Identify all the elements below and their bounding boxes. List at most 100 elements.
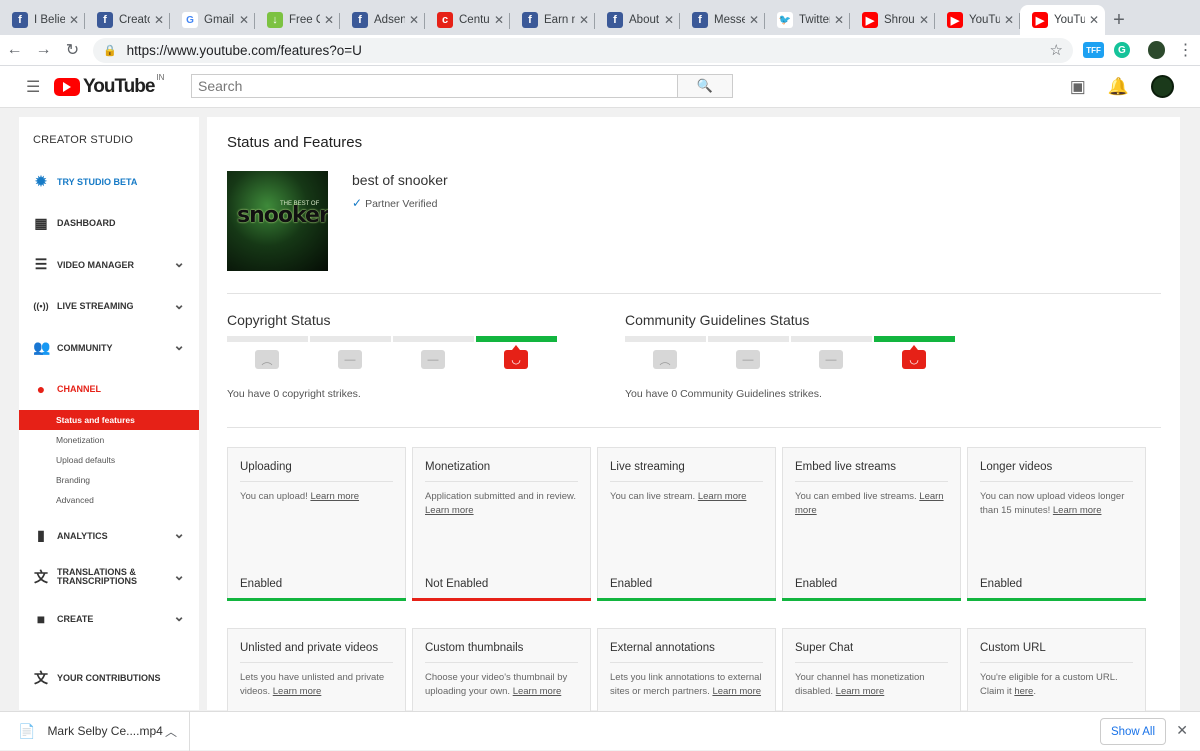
- feature-title: Uploading: [240, 461, 393, 482]
- chevron-down-icon[interactable]: ⌄: [173, 525, 185, 542]
- copyright-status-title: Copyright Status: [227, 312, 331, 328]
- sidebar-item-live-streaming[interactable]: ((•)) LIVE STREAMING ⌄: [19, 286, 199, 328]
- sidebar-item-translations-transcriptions[interactable]: 文 TRANSLATIONS & TRANSCRIPTIONS ⌄: [19, 557, 199, 599]
- channel-thumbnail[interactable]: THE BEST OF snooker: [227, 171, 328, 271]
- browser-tab[interactable]: c Centur ✕: [425, 5, 510, 35]
- close-tab-icon[interactable]: ✕: [834, 13, 844, 27]
- close-tab-icon[interactable]: ✕: [154, 13, 164, 27]
- browser-tab[interactable]: ↓ Free O ✕: [255, 5, 340, 35]
- browser-tab[interactable]: f Adsens ✕: [340, 5, 425, 35]
- browser-tab[interactable]: f I Believ ✕: [0, 5, 85, 35]
- close-tab-icon[interactable]: ✕: [664, 13, 674, 27]
- tab-title: Twitter: [799, 14, 830, 26]
- page-title: Status and Features: [227, 134, 363, 151]
- browser-tab[interactable]: 🐦 Twitter ✕: [765, 5, 850, 35]
- browser-tab[interactable]: f About ✕: [595, 5, 680, 35]
- feature-card: Longer videos You can now upload videos l…: [967, 447, 1146, 601]
- browser-tab[interactable]: f Creato ✕: [85, 5, 170, 35]
- suffix-text: .: [1033, 685, 1036, 697]
- hamburger-menu-icon[interactable]: ☰: [26, 77, 48, 97]
- close-tab-icon[interactable]: ✕: [579, 13, 589, 27]
- close-tab-icon[interactable]: ✕: [749, 13, 759, 27]
- create-video-icon[interactable]: ▣: [1070, 77, 1086, 97]
- sidebar-item-try-studio-beta[interactable]: ✹ TRY STUDIO BETA: [19, 161, 199, 203]
- gear-icon: ✹: [35, 173, 47, 190]
- notifications-bell-icon[interactable]: 🔔: [1108, 77, 1129, 97]
- sidebar-item-analytics[interactable]: ▮ ANALYTICS ⌄: [19, 515, 199, 557]
- sidebar-item-label: LIVE STREAMING: [57, 301, 134, 312]
- close-tab-icon[interactable]: ✕: [1004, 13, 1014, 27]
- download-item[interactable]: 📄 Mark Selby Ce....mp4 ︿: [0, 711, 190, 751]
- chevron-down-icon[interactable]: ⌄: [173, 254, 185, 271]
- learn-more-link[interactable]: Learn more: [698, 491, 747, 502]
- learn-more-link[interactable]: Learn more: [310, 491, 359, 502]
- search-input[interactable]: Search: [191, 74, 678, 98]
- learn-more-link[interactable]: Learn more: [1053, 505, 1102, 516]
- lock-icon[interactable]: 🔒: [103, 44, 117, 57]
- learn-more-link[interactable]: Learn more: [712, 686, 761, 697]
- close-tab-icon[interactable]: ✕: [239, 13, 249, 27]
- chevron-down-icon[interactable]: ⌄: [173, 296, 185, 313]
- chevron-down-icon[interactable]: ⌄: [173, 608, 185, 625]
- close-icon[interactable]: ✕: [1176, 722, 1188, 739]
- url-text[interactable]: https://www.youtube.com/features?o=U: [127, 43, 1050, 58]
- learn-more-link[interactable]: Learn more: [425, 505, 474, 516]
- status-line: [967, 598, 1146, 601]
- channel-subitem[interactable]: Monetization: [19, 430, 199, 450]
- browser-tab[interactable]: ▶ YouTub ✕: [935, 5, 1020, 35]
- browser-tab[interactable]: f Earn m ✕: [510, 5, 595, 35]
- channel-subitem[interactable]: Branding: [19, 470, 199, 490]
- extension-tff-icon[interactable]: TFF: [1082, 42, 1105, 58]
- channel-subitem[interactable]: Advanced: [19, 490, 199, 510]
- close-tab-icon[interactable]: ✕: [324, 13, 334, 27]
- search-button[interactable]: 🔍: [677, 74, 733, 98]
- close-tab-icon[interactable]: ✕: [69, 13, 79, 27]
- close-tab-icon[interactable]: ✕: [1089, 13, 1099, 27]
- feature-desc: You can upload! Learn more: [240, 490, 393, 504]
- tab-title: Messe: [714, 14, 745, 26]
- channel-name[interactable]: best of snooker: [352, 172, 448, 188]
- sidebar-item-video-manager[interactable]: ☰ VIDEO MANAGER ⌄: [19, 244, 199, 286]
- forward-icon[interactable]: →: [29, 41, 58, 59]
- browser-tab[interactable]: ▶ Shroud ✕: [850, 5, 935, 35]
- sidebar-item-community[interactable]: 👥 COMMUNITY ⌄: [19, 327, 199, 369]
- youtube-logo[interactable]: YouTube IN: [54, 73, 164, 98]
- sidebar-item-your-contributions[interactable]: 文 YOUR CONTRIBUTIONS: [19, 658, 199, 700]
- channel-subitem[interactable]: Upload defaults: [19, 450, 199, 470]
- browser-tab[interactable]: ▶ YouTub ✕: [1020, 5, 1105, 35]
- browser-tab[interactable]: G Gmail ✕: [170, 5, 255, 35]
- sidebar-item-create[interactable]: ■ CREATE ⌄: [19, 598, 199, 640]
- chevron-down-icon[interactable]: ⌄: [173, 337, 185, 354]
- sidebar-item-channel[interactable]: ● CHANNEL: [19, 369, 199, 411]
- learn-more-link[interactable]: Learn more: [513, 686, 562, 697]
- feature-title: Monetization: [425, 461, 578, 482]
- show-all-button[interactable]: Show All: [1100, 718, 1166, 745]
- bookmark-star-icon[interactable]: ☆: [1050, 41, 1063, 59]
- new-tab-button[interactable]: +: [1105, 5, 1133, 35]
- tab-title: Shroud: [884, 14, 915, 26]
- century-icon: c: [437, 12, 453, 28]
- close-tab-icon[interactable]: ✕: [409, 13, 419, 27]
- browser-tab[interactable]: f Messe ✕: [680, 5, 765, 35]
- strike-segment: ︵: [625, 336, 706, 376]
- learn-more-link[interactable]: Learn more: [836, 686, 885, 697]
- profile-avatar[interactable]: [1147, 41, 1166, 59]
- community-icon: 👥: [33, 339, 51, 356]
- learn-more-link[interactable]: here: [1014, 686, 1033, 697]
- youtube-icon: ▶: [947, 12, 963, 28]
- back-icon[interactable]: ←: [0, 41, 29, 59]
- learn-more-link[interactable]: Learn more: [273, 686, 322, 697]
- feature-card: Custom URL You're eligible for a custom U…: [967, 628, 1146, 718]
- channel-subitem[interactable]: Status and features: [19, 410, 199, 430]
- reload-icon[interactable]: ↻: [58, 40, 87, 60]
- chevron-up-icon[interactable]: ︿: [165, 723, 177, 740]
- account-avatar[interactable]: [1151, 75, 1174, 98]
- chevron-down-icon[interactable]: ⌄: [173, 567, 185, 584]
- sidebar-item-dashboard[interactable]: ▦ DASHBOARD: [19, 203, 199, 245]
- creator-studio-sidebar: CREATOR STUDIO ✹ TRY STUDIO BETA ▦ DASHBOAR…: [19, 117, 199, 710]
- grammarly-icon[interactable]: G: [1114, 42, 1130, 58]
- address-bar[interactable]: 🔒 https://www.youtube.com/features?o=U ☆: [92, 37, 1073, 63]
- close-tab-icon[interactable]: ✕: [919, 13, 929, 27]
- close-tab-icon[interactable]: ✕: [494, 13, 504, 27]
- menu-dots-icon[interactable]: ⋮: [1171, 40, 1200, 60]
